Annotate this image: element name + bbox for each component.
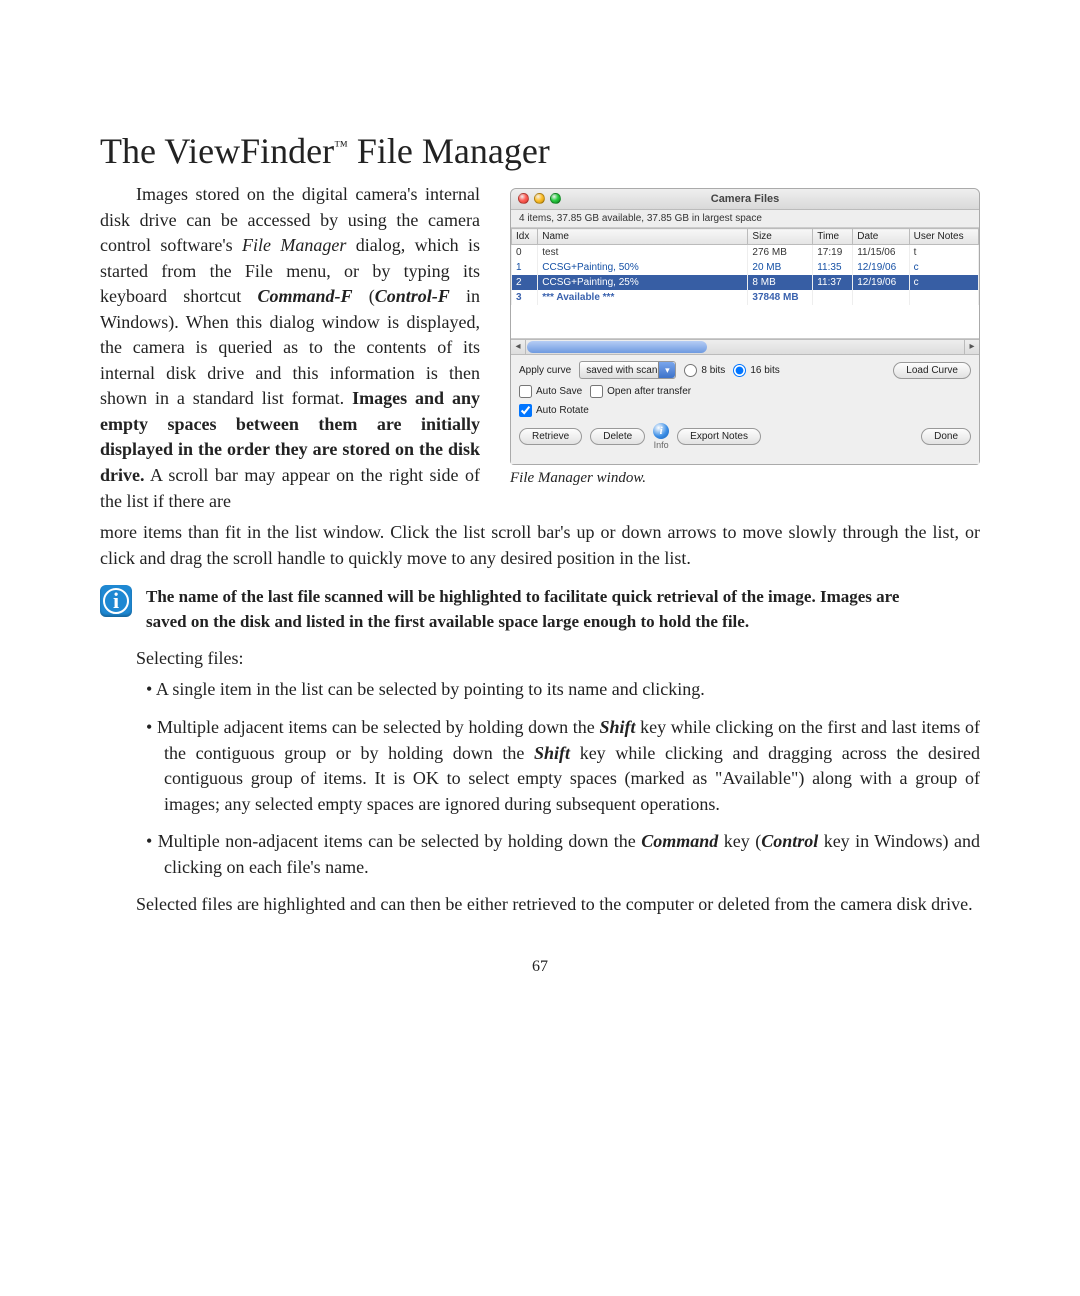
autosave-checkbox[interactable]: Auto Save [519, 385, 582, 398]
chevron-down-icon: ▾ [658, 362, 675, 378]
done-button[interactable]: Done [921, 428, 971, 445]
col-size[interactable]: Size [748, 229, 813, 245]
delete-button[interactable]: Delete [590, 428, 645, 445]
selection-rules-list: A single item in the list can be selecte… [146, 677, 980, 880]
table-row-available[interactable]: 3*** Available *** 37848 MB [512, 290, 979, 305]
list-item: Multiple adjacent items can be selected … [146, 715, 980, 817]
page-number: 67 [100, 958, 980, 976]
camera-files-window: Camera Files 4 items, 37.85 GB available… [510, 188, 980, 465]
window-title: Camera Files [711, 193, 779, 205]
selecting-files-lead: Selecting files: [100, 648, 980, 669]
scroll-thumb[interactable] [527, 341, 707, 353]
info-note: i The name of the last file scanned will… [100, 585, 980, 634]
status-bar: 4 items, 37.85 GB available, 37.85 GB in… [511, 210, 979, 228]
continuation-paragraph: more items than fit in the list window. … [100, 520, 980, 571]
col-notes[interactable]: User Notes [909, 229, 978, 245]
retrieve-button[interactable]: Retrieve [519, 428, 582, 445]
table-row-selected[interactable]: 2CCSG+Painting, 25% 8 MB11:37 12/19/06c [512, 275, 979, 290]
info-icon: i [100, 585, 132, 617]
table-row[interactable]: 1CCSG+Painting, 50% 20 MB11:35 12/19/06c [512, 260, 979, 275]
radio-8bits[interactable]: 8 bits [684, 364, 725, 377]
open-after-checkbox[interactable]: Open after transfer [590, 385, 691, 398]
window-titlebar: Camera Files [511, 189, 979, 210]
intro-paragraph: Images stored on the digital camera's in… [100, 182, 480, 520]
list-item: Multiple non-adjacent items can be selec… [146, 829, 980, 880]
list-item: A single item in the list can be selecte… [146, 677, 980, 703]
files-table[interactable]: Idx Name Size Time Date User Notes 0test… [511, 228, 979, 305]
radio-16bits[interactable]: 16 bits [733, 364, 779, 377]
note-text: The name of the last file scanned will b… [146, 585, 926, 634]
table-row[interactable]: 0test 276 MB17:19 11/15/06t [512, 245, 979, 261]
col-time[interactable]: Time [813, 229, 853, 245]
col-idx[interactable]: Idx [512, 229, 538, 245]
scroll-right-icon[interactable]: ▸ [964, 340, 979, 354]
figure-caption: File Manager window. [510, 470, 980, 487]
apply-curve-label: Apply curve [519, 365, 571, 376]
page-title: The ViewFinder™ File Manager [100, 130, 980, 172]
load-curve-button[interactable]: Load Curve [893, 362, 971, 379]
col-name[interactable]: Name [538, 229, 748, 245]
autorotate-checkbox[interactable]: Auto Rotate [519, 404, 589, 417]
zoom-icon[interactable] [550, 193, 561, 204]
export-notes-button[interactable]: Export Notes [677, 428, 761, 445]
closing-paragraph: Selected files are highlighted and can t… [100, 892, 980, 918]
info-icon: i [653, 423, 669, 439]
horizontal-scrollbar[interactable]: ◂ ▸ [511, 339, 979, 355]
scroll-left-icon[interactable]: ◂ [511, 340, 526, 354]
col-date[interactable]: Date [853, 229, 909, 245]
minimize-icon[interactable] [534, 193, 545, 204]
close-icon[interactable] [518, 193, 529, 204]
curve-select[interactable]: saved with scan ▾ [579, 361, 676, 379]
info-button[interactable]: i Info [653, 423, 669, 450]
figure-file-manager: Camera Files 4 items, 37.85 GB available… [510, 188, 980, 487]
